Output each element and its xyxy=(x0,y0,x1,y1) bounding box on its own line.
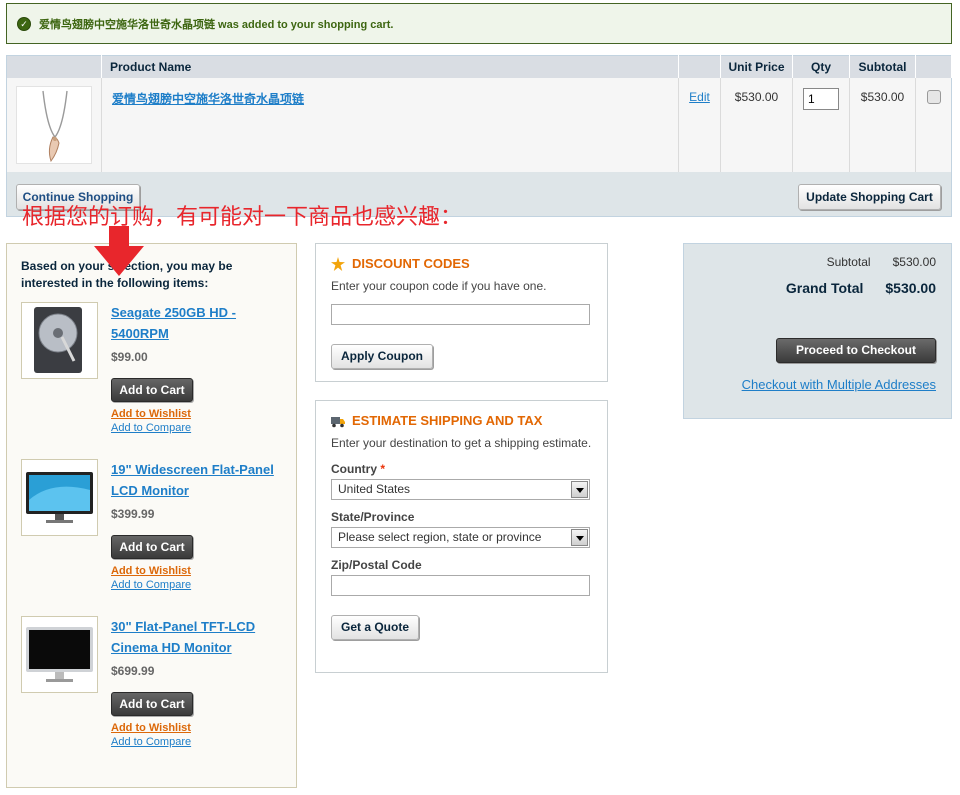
product-price: $99.00 xyxy=(111,350,148,364)
edit-link[interactable]: Edit xyxy=(689,90,710,104)
country-select[interactable]: United States xyxy=(331,479,590,500)
add-to-compare-link[interactable]: Add to Compare xyxy=(111,422,286,434)
hard-drive-icon xyxy=(34,307,82,373)
add-to-cart-button[interactable]: Add to Cart xyxy=(111,378,193,402)
checkmark-icon: ✓ xyxy=(17,16,31,31)
product-link[interactable]: 19" Widescreen Flat-Panel LCD Monitor xyxy=(111,459,286,501)
shipping-header: ESTIMATE SHIPPING AND TAX xyxy=(316,401,607,428)
shipping-description: Enter your destination to get a shipping… xyxy=(331,436,592,450)
discount-title: DISCOUNT CODES xyxy=(352,256,470,271)
product-link[interactable]: 30" Flat-Panel TFT-LCD Cinema HD Monitor xyxy=(111,616,286,658)
header-qty: Qty xyxy=(792,55,850,78)
get-quote-button[interactable]: Get a Quote xyxy=(331,615,420,640)
monitor-icon xyxy=(26,627,93,682)
subtotal-value: $530.00 xyxy=(892,255,936,269)
product-image-cell xyxy=(6,77,102,174)
totals-panel: Subtotal $530.00 Grand Total $530.00 Pro… xyxy=(683,243,952,419)
qty-input[interactable] xyxy=(803,87,839,110)
chevron-down-icon[interactable] xyxy=(571,529,588,546)
product-price: $699.99 xyxy=(111,664,155,678)
star-icon xyxy=(331,256,345,271)
grand-total-value: $530.00 xyxy=(885,280,936,296)
checkout-multiple-addresses-link[interactable]: Checkout with Multiple Addresses xyxy=(742,377,936,392)
add-to-compare-link[interactable]: Add to Compare xyxy=(111,736,286,748)
monitor-icon xyxy=(26,472,93,523)
table-row: 爱情鸟翅膀中空施华洛世奇水晶项链 Edit $530.00 $530.00 xyxy=(6,77,952,174)
discount-header: DISCOUNT CODES xyxy=(316,244,607,271)
header-subtotal: Subtotal xyxy=(849,55,916,78)
update-cart-button[interactable]: Update Shopping Cart xyxy=(798,184,941,210)
widescreen-monitor-image[interactable] xyxy=(21,459,98,536)
zip-label: Zip/Postal Code xyxy=(331,558,422,572)
add-to-wishlist-link[interactable]: Add to Wishlist xyxy=(111,722,286,734)
add-to-wishlist-link[interactable]: Add to Wishlist xyxy=(111,408,286,420)
arrow-head xyxy=(94,246,144,276)
zip-input[interactable] xyxy=(331,575,590,596)
country-select-value: United States xyxy=(338,482,411,496)
required-mark: * xyxy=(380,462,386,476)
header-product-name: Product Name xyxy=(101,55,679,78)
trash-icon[interactable] xyxy=(926,89,941,104)
discount-description: Enter your coupon code if you have one. xyxy=(331,279,547,293)
grand-total-row: Grand Total $530.00 xyxy=(786,280,936,296)
delete-cell xyxy=(915,77,952,174)
shipping-title: ESTIMATE SHIPPING AND TAX xyxy=(352,413,543,428)
cart-table: Product Name Unit Price Qty Subtotal 爱情鸟… xyxy=(6,55,952,174)
chevron-down-icon[interactable] xyxy=(571,481,588,498)
product-info: 30" Flat-Panel TFT-LCD Cinema HD Monitor… xyxy=(111,616,286,748)
success-message-text: 爱情鸟翅膀中空施华洛世奇水晶项链 was added to your shopp… xyxy=(39,18,394,31)
grand-total-label: Grand Total xyxy=(785,280,864,296)
header-unit-price: Unit Price xyxy=(720,55,793,78)
header-image xyxy=(6,55,102,78)
add-to-cart-button[interactable]: Add to Cart xyxy=(111,692,193,716)
success-message: ✓ 爱情鸟翅膀中空施华洛世奇水晶项链 was added to your sho… xyxy=(6,3,952,44)
add-to-compare-link[interactable]: Add to Compare xyxy=(111,579,286,591)
crosssell-panel: Based on your selection, you may be inte… xyxy=(6,243,297,788)
header-delete xyxy=(915,55,952,78)
annotation-text: 根据您的订购，有可能对一下商品也感兴趣： xyxy=(22,205,463,230)
necklace-icon xyxy=(42,90,68,162)
add-to-cart-button[interactable]: Add to Cart xyxy=(111,535,193,559)
row-subtotal: $530.00 xyxy=(849,77,916,174)
product-name-cell: 爱情鸟翅膀中空施华洛世奇水晶项链 xyxy=(101,77,679,174)
edit-cell: Edit xyxy=(678,77,721,174)
add-to-wishlist-link[interactable]: Add to Wishlist xyxy=(111,565,286,577)
country-label: Country * xyxy=(316,462,607,476)
cinema-monitor-image[interactable] xyxy=(21,616,98,693)
necklace-image[interactable] xyxy=(16,85,92,164)
product-price: $399.99 xyxy=(111,507,155,521)
hard-drive-image[interactable] xyxy=(21,302,98,379)
unit-price: $530.00 xyxy=(720,77,793,174)
annotation-arrow-icon xyxy=(94,226,144,281)
discount-box: DISCOUNT CODES Enter your coupon code if… xyxy=(315,243,608,382)
shipping-box: ESTIMATE SHIPPING AND TAX Enter your des… xyxy=(315,400,608,673)
product-info: Seagate 250GB HD - 5400RPM $99.00 Add to… xyxy=(111,302,286,434)
region-select-value: Please select region, state or province xyxy=(338,530,542,544)
truck-icon xyxy=(331,416,345,427)
arrow-stem xyxy=(109,226,129,248)
region-label: State/Province xyxy=(331,510,415,524)
proceed-to-checkout-button[interactable]: Proceed to Checkout xyxy=(776,338,936,363)
subtotal-row: Subtotal $530.00 xyxy=(827,255,936,269)
product-info: 19" Widescreen Flat-Panel LCD Monitor $3… xyxy=(111,459,286,591)
header-edit xyxy=(678,55,721,78)
subtotal-label: Subtotal xyxy=(826,255,871,269)
region-select[interactable]: Please select region, state or province xyxy=(331,527,590,548)
cart-table-header: Product Name Unit Price Qty Subtotal xyxy=(6,55,952,78)
product-name-link[interactable]: 爱情鸟翅膀中空施华洛世奇水晶项链 xyxy=(112,92,304,106)
apply-coupon-button[interactable]: Apply Coupon xyxy=(331,344,433,369)
coupon-input[interactable] xyxy=(331,304,590,325)
crosssell-title: Based on your selection, you may be inte… xyxy=(21,259,233,290)
product-link[interactable]: Seagate 250GB HD - 5400RPM xyxy=(111,302,286,344)
qty-cell xyxy=(792,77,850,174)
country-label-text: Country xyxy=(331,462,377,476)
